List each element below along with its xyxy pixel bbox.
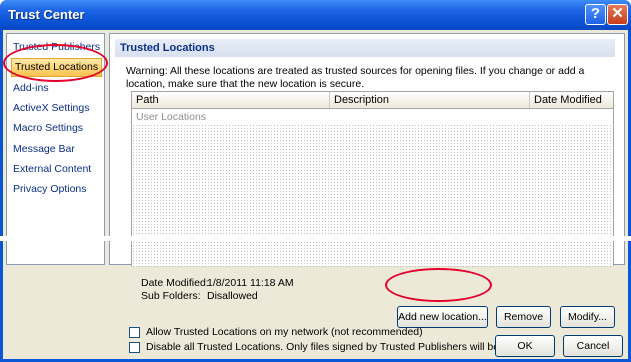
date-modified-value: 1/8/2011 11:18 AM (207, 277, 294, 289)
help-button[interactable]: ? (585, 4, 606, 25)
annotation-circle-add-new-location (385, 268, 492, 302)
column-header-description[interactable]: Description (330, 92, 530, 108)
allow-network-label[interactable]: Allow Trusted Locations on my network (n… (146, 326, 423, 338)
warning-text: Warning: All these locations are treated… (126, 65, 585, 90)
dialog-body: Trusted Publishers Trusted Locations Add… (3, 30, 628, 359)
disable-all-checkbox[interactable] (129, 342, 140, 353)
window-title: Trust Center (8, 7, 85, 22)
remove-button[interactable]: Remove (496, 306, 551, 328)
nav-item-message-bar[interactable]: Message Bar (13, 143, 75, 155)
sub-folders-value: Disallowed (207, 290, 258, 302)
annotation-circle-trusted-locations (3, 44, 108, 82)
table-header: Path Description Date Modified (132, 92, 613, 109)
cancel-button[interactable]: Cancel (563, 335, 623, 357)
nav-item-external-content[interactable]: External Content (13, 163, 91, 175)
modify-button[interactable]: Modify... (560, 306, 615, 328)
section-title: Trusted Locations (115, 39, 615, 57)
obscured-location-rows (132, 124, 613, 267)
nav-item-privacy-options[interactable]: Privacy Options (13, 183, 87, 195)
date-modified-label: Date Modified: (141, 277, 209, 289)
column-header-path[interactable]: Path (132, 92, 330, 108)
nav-item-add-ins[interactable]: Add-ins (13, 82, 49, 94)
add-new-location-button[interactable]: Add new location... (397, 306, 488, 328)
nav-item-macro-settings[interactable]: Macro Settings (13, 122, 83, 134)
column-header-date-modified[interactable]: Date Modified (530, 92, 613, 108)
close-button[interactable]: ✕ (607, 4, 628, 25)
allow-network-checkbox[interactable] (129, 327, 140, 338)
ok-button[interactable]: OK (495, 335, 555, 357)
trust-center-window: Trust Center ? ✕ Trusted Publishers Trus… (0, 0, 631, 362)
trusted-locations-panel: Trusted Locations Warning: All these loc… (109, 33, 625, 267)
screenshot-separator (0, 236, 631, 241)
nav-item-activex-settings[interactable]: ActiveX Settings (13, 102, 89, 114)
title-bar[interactable]: Trust Center ? ✕ (0, 0, 631, 30)
user-locations-group-label: User Locations (136, 111, 207, 123)
sub-folders-label: Sub Folders: (141, 290, 201, 302)
disable-all-label[interactable]: Disable all Trusted Locations. Only file… (146, 341, 537, 353)
